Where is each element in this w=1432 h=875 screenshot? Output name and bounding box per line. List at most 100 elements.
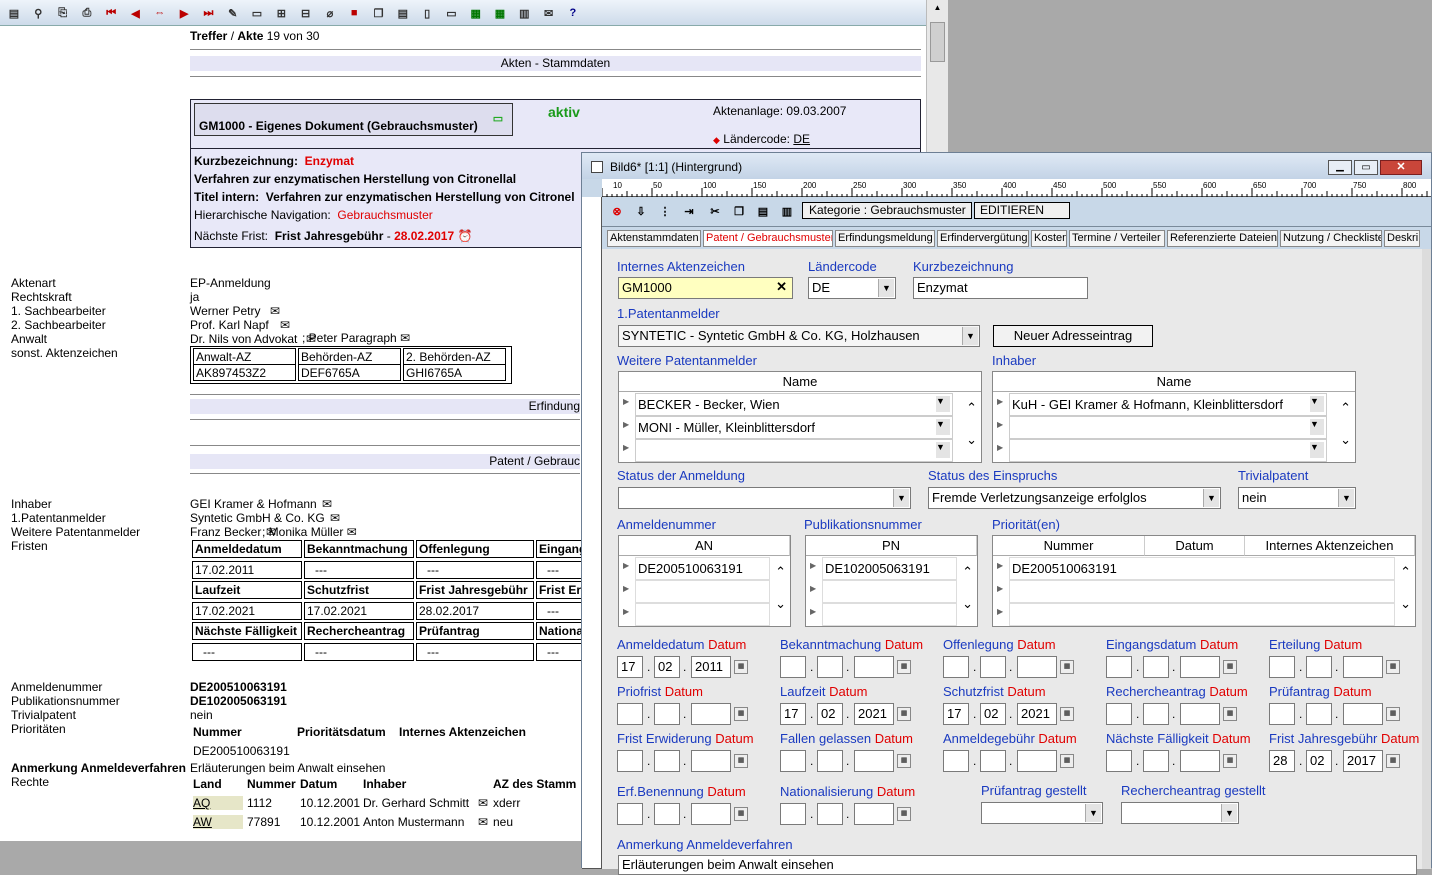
copy-icon[interactable]: ❐ xyxy=(731,203,747,219)
inhaber-grid-row[interactable] xyxy=(1009,439,1327,462)
folder-tree-icon[interactable]: ⊞ xyxy=(273,5,289,21)
dropdown-arrow-icon[interactable]: ▼ xyxy=(1310,442,1324,458)
edit-icon[interactable]: ✎ xyxy=(225,5,241,21)
anmeldenummer-grid-row[interactable]: DE200510063191 xyxy=(635,557,770,580)
folder-icon[interactable]: ▭ xyxy=(490,110,506,126)
mail-icon[interactable]: ✉ xyxy=(541,5,557,21)
day-input[interactable] xyxy=(780,803,806,825)
laendercode-select[interactable]: DE ▼ xyxy=(808,277,896,299)
folder-up-icon[interactable]: ⊟ xyxy=(298,5,314,21)
year-input[interactable] xyxy=(854,656,894,678)
calendar-icon[interactable]: ▦ xyxy=(1223,660,1237,674)
month-input[interactable]: 02 xyxy=(980,703,1006,725)
publikationsnummer-grid-row[interactable]: DE102005063191 xyxy=(822,557,957,580)
copy-icon[interactable]: ⎘ xyxy=(55,5,71,21)
mail-icon[interactable]: ✉ xyxy=(478,796,488,810)
mail-icon[interactable]: ✉ xyxy=(266,525,276,539)
day-input[interactable]: 28 xyxy=(1269,750,1295,772)
dropdown-arrow-icon[interactable]: ▼ xyxy=(936,396,950,412)
prioritaeten-grid-row[interactable]: DE200510063191 xyxy=(1009,557,1395,580)
tab-7[interactable]: Nutzung / Checkliste xyxy=(1280,230,1382,247)
scroll-down-icon[interactable]: ⌄ xyxy=(1400,596,1411,612)
year-input[interactable] xyxy=(691,703,731,725)
dropdown-arrow-icon[interactable]: ▼ xyxy=(936,442,950,458)
month-input[interactable] xyxy=(817,656,843,678)
indent-icon[interactable]: ⋮ xyxy=(657,203,673,219)
month-input[interactable] xyxy=(1143,750,1169,772)
day-input[interactable] xyxy=(617,750,643,772)
calendar-icon[interactable]: ▦ xyxy=(734,660,748,674)
anmeldenummer-grid-row[interactable] xyxy=(635,580,770,603)
day-input[interactable]: 17 xyxy=(780,703,806,725)
mail-icon[interactable]: ✉ xyxy=(280,318,290,332)
year-input[interactable] xyxy=(1017,750,1057,772)
dropdown-arrow-icon[interactable]: ▼ xyxy=(878,279,894,297)
tab-1[interactable]: Patent / Gebrauchsmuster xyxy=(703,230,833,247)
scroll-down-icon[interactable]: ⌄ xyxy=(962,596,973,612)
scroll-down-icon[interactable]: ⌄ xyxy=(1340,432,1351,448)
mail-icon[interactable]: ✉ xyxy=(330,511,340,525)
inhaber-grid-row[interactable] xyxy=(1009,416,1327,439)
window-titlebar[interactable]: Bild6* [1:1] (Hintergrund) ▁ ▭ ✕ xyxy=(582,153,1431,179)
cancel-icon[interactable]: ⊗ xyxy=(609,203,625,219)
paste-icon[interactable]: ▤ xyxy=(395,5,411,21)
year-input[interactable] xyxy=(1017,656,1057,678)
form-scrollbar[interactable] xyxy=(1422,249,1431,869)
status-anmeldung-select[interactable]: ▼ xyxy=(618,487,911,509)
calendar-icon[interactable]: ▦ xyxy=(734,807,748,821)
calendar-icon[interactable]: ▦ xyxy=(897,707,911,721)
cut-icon[interactable]: ✂ xyxy=(707,203,723,219)
publikationsnummer-grid-row[interactable] xyxy=(822,603,957,626)
mail-icon[interactable]: ✉ xyxy=(400,331,410,345)
calendar-icon[interactable]: ▦ xyxy=(1223,754,1237,768)
year-input[interactable] xyxy=(854,803,894,825)
calendar-icon[interactable]: ▦ xyxy=(734,707,748,721)
mail-icon[interactable]: ✉ xyxy=(347,525,357,539)
scroll-down-icon[interactable]: ⌄ xyxy=(966,432,977,448)
sheet-icon[interactable]: ▦ xyxy=(468,5,484,21)
folder-open-icon[interactable]: ▭ xyxy=(249,5,265,21)
scroll-up-icon[interactable]: ⌃ xyxy=(1400,564,1411,580)
day-input[interactable] xyxy=(617,803,643,825)
maximize-button[interactable]: ▭ xyxy=(1354,160,1378,175)
month-input[interactable] xyxy=(1143,656,1169,678)
tab-2[interactable]: Erfindungsmeldung xyxy=(835,230,935,247)
dropdown-arrow-icon[interactable]: ▼ xyxy=(1203,489,1219,507)
scroll-up-icon[interactable]: ⌃ xyxy=(966,400,977,416)
delete-icon[interactable]: ▥ xyxy=(779,203,795,219)
calendar-icon[interactable]: ▦ xyxy=(1386,707,1400,721)
neuer-adresseintrag-button[interactable]: Neuer Adresseintrag xyxy=(993,325,1153,347)
day-input[interactable]: 17 xyxy=(943,703,969,725)
calendar-icon[interactable]: ▦ xyxy=(1386,660,1400,674)
calendar-icon[interactable]: ▦ xyxy=(897,754,911,768)
scroll-up-icon[interactable]: ⌃ xyxy=(775,564,786,580)
year-input[interactable] xyxy=(1180,703,1220,725)
year-input[interactable] xyxy=(691,803,731,825)
month-input[interactable] xyxy=(1306,656,1332,678)
kategorie-field[interactable]: Kategorie : Gebrauchsmuster xyxy=(802,202,972,219)
paste-icon[interactable]: ▤ xyxy=(755,203,771,219)
note-icon[interactable]: ▯ xyxy=(419,5,435,21)
tab-3[interactable]: Erfindervergütung xyxy=(937,230,1029,247)
mail-icon[interactable]: ✉ xyxy=(478,815,488,829)
mail-icon[interactable]: ✉ xyxy=(322,497,332,511)
year-input[interactable] xyxy=(1343,703,1383,725)
clear-icon[interactable]: ✕ xyxy=(776,279,787,295)
day-input[interactable]: 17 xyxy=(617,656,643,678)
calendar-icon[interactable]: ▦ xyxy=(734,754,748,768)
first-icon[interactable]: ⏮ xyxy=(103,5,119,21)
day-input[interactable] xyxy=(943,750,969,772)
scroll-thumb[interactable] xyxy=(930,22,945,62)
minimize-button[interactable]: ▁ xyxy=(1328,160,1352,175)
patentanmelder-select[interactable]: SYNTETIC - Syntetic GmbH & Co. KG, Holzh… xyxy=(618,325,980,347)
month-input[interactable] xyxy=(980,750,1006,772)
last-icon[interactable]: ⏭ xyxy=(200,5,216,21)
month-input[interactable]: 02 xyxy=(817,703,843,725)
month-input[interactable] xyxy=(1143,703,1169,725)
calendar-icon[interactable]: ▦ xyxy=(897,660,911,674)
anmerkung-textarea[interactable]: Erläuterungen beim Anwalt einsehen xyxy=(618,855,1417,875)
year-input[interactable]: 2011 xyxy=(691,656,731,678)
day-input[interactable] xyxy=(780,750,806,772)
copy2-icon[interactable]: ❐ xyxy=(371,5,387,21)
month-input[interactable]: 02 xyxy=(1306,750,1332,772)
